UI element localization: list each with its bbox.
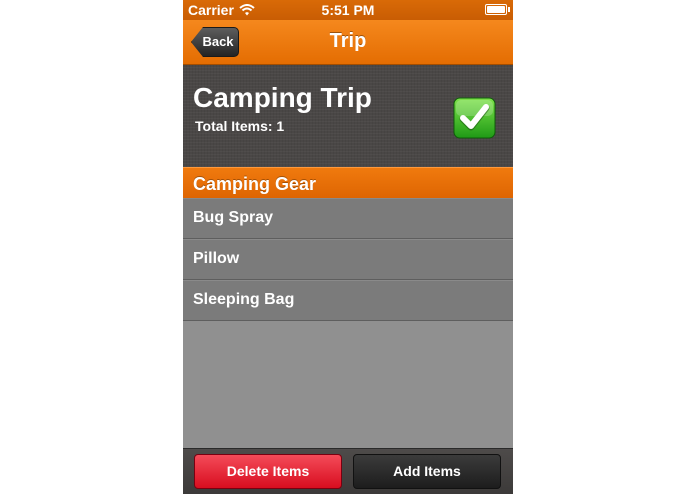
section-title: Camping Gear [193, 174, 317, 194]
delete-items-button[interactable]: Delete Items [194, 454, 342, 489]
list-empty-area [183, 321, 513, 448]
nav-title: Trip [329, 30, 367, 52]
list-item[interactable]: Pillow [183, 239, 513, 280]
battery-icon [485, 4, 510, 15]
trip-total-items: Total Items: 1 [195, 118, 285, 134]
status-time: 5:51 PM [321, 2, 375, 18]
list-item-label: Sleeping Bag [193, 291, 295, 308]
navigation-bar: Back Trip [183, 20, 513, 65]
add-items-button[interactable]: Add Items [353, 454, 501, 489]
list-item-label: Pillow [193, 250, 240, 267]
trip-header: Camping Trip Total Items: 1 [183, 65, 513, 167]
list-item-label: Bug Spray [193, 209, 274, 226]
status-bar: Carrier 5:51 PM [183, 0, 513, 20]
trip-name: Camping Trip [193, 82, 372, 113]
list-item[interactable]: Bug Spray [183, 198, 513, 239]
item-list: Bug Spray Pillow Sleeping Bag [183, 198, 513, 321]
list-item[interactable]: Sleeping Bag [183, 280, 513, 321]
phone-screen: Carrier 5:51 PM Back Trip Camping Trip T… [183, 0, 513, 494]
checkmark-icon[interactable] [453, 97, 496, 139]
section-header: Camping Gear [183, 167, 513, 198]
bottom-toolbar: Delete Items Add Items [183, 448, 513, 494]
